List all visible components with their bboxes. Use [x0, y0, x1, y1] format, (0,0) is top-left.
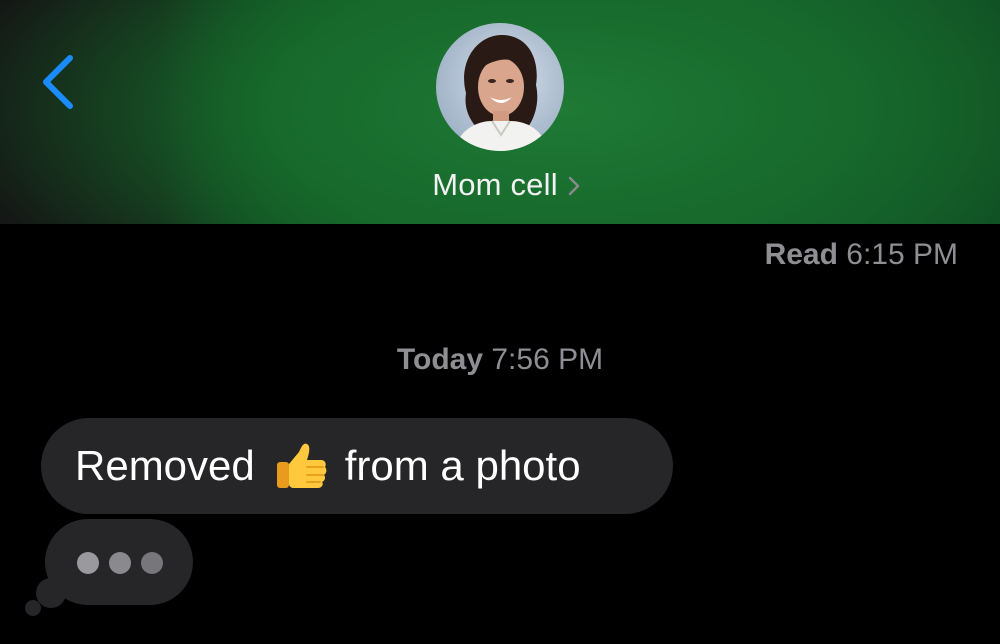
typing-dot	[109, 552, 131, 574]
read-time: 6:15 PM	[846, 238, 958, 271]
read-label: Read	[764, 238, 838, 271]
message-text-before: Removed	[75, 442, 255, 489]
messages-screen: Mom cell Read 6:15 PM Today 7:56 PM Remo…	[0, 0, 1000, 644]
contact-name-button[interactable]: Mom cell	[0, 163, 1000, 207]
back-button[interactable]	[28, 50, 88, 114]
conversation-header: Mom cell	[0, 0, 1000, 224]
message-text-after: from a photo	[344, 442, 581, 489]
read-receipt: Read 6:15 PM	[765, 238, 958, 272]
incoming-message-bubble[interactable]: Removed from a photo	[41, 418, 673, 514]
thumbs-up-icon	[276, 443, 327, 488]
avatar-photo	[454, 35, 548, 151]
timestamp-day: Today	[396, 343, 484, 376]
typing-indicator	[45, 519, 193, 605]
chevron-right-icon	[568, 176, 580, 196]
chevron-left-icon	[43, 55, 73, 109]
typing-dot	[77, 552, 99, 574]
timestamp-time: 7:56 PM	[491, 343, 604, 376]
contact-avatar[interactable]	[436, 23, 564, 151]
contact-name: Mom cell	[432, 167, 558, 202]
typing-dot	[141, 552, 163, 574]
message-timestamp: Today 7:56 PM	[0, 343, 1000, 377]
